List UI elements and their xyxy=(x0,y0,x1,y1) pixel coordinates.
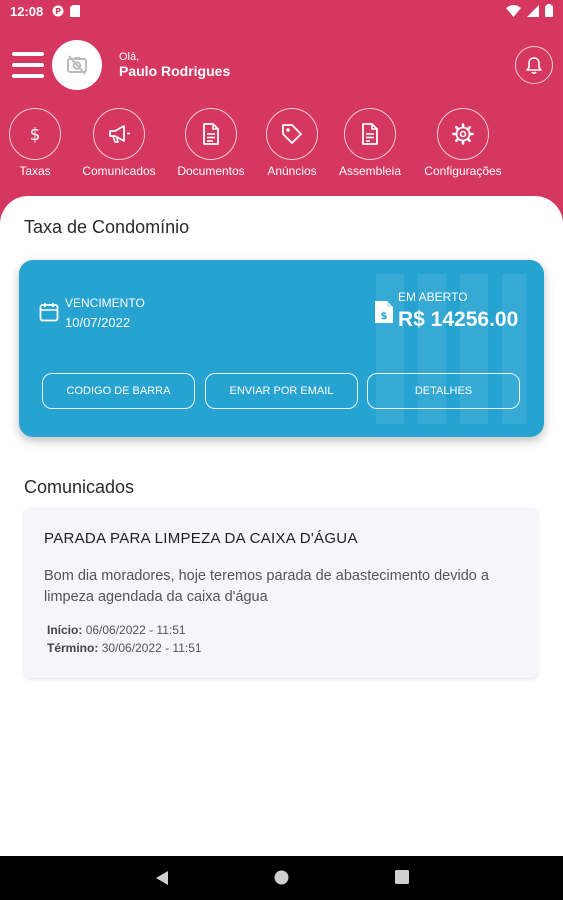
nav-taxas[interactable]: $ Taxas xyxy=(0,108,80,178)
send-email-button[interactable]: ENVIAR POR EMAIL xyxy=(205,373,358,409)
nav-label: Assembleia xyxy=(338,164,402,178)
home-icon[interactable] xyxy=(274,870,289,885)
bell-icon xyxy=(526,56,542,74)
notices-section-title: Comunicados xyxy=(24,477,135,497)
notice-title: PARADA PARA LIMPEZA DA CAIXA D'ÁGUA xyxy=(44,530,358,547)
user-name: Paulo Rodrigues xyxy=(119,63,231,79)
wifi-icon xyxy=(506,4,521,17)
document-icon xyxy=(203,123,219,145)
nav-label: Configurações xyxy=(424,164,502,178)
back-icon[interactable] xyxy=(155,870,169,886)
notice-start: Início: 06/06/2022 - 11:51 xyxy=(47,623,186,637)
nav-label: Documentos xyxy=(177,164,245,178)
dollar-icon: $ xyxy=(30,125,41,145)
notice-end-label: Término: xyxy=(47,641,99,655)
nav-documentos[interactable]: Documentos xyxy=(166,108,256,178)
fee-card: VENCIMENTO 10/07/2022 $ EM ABERTO R$ 142… xyxy=(19,260,544,437)
nav-assembleia[interactable]: Assembleia xyxy=(325,108,415,178)
sim-card-icon xyxy=(70,5,80,17)
content-panel: Taxa de Condomínio VENCIMENTO 10/07/2022… xyxy=(0,196,563,856)
due-label: VENCIMENTO xyxy=(65,296,145,310)
battery-icon xyxy=(545,4,553,17)
notice-start-value: 06/06/2022 - 11:51 xyxy=(85,623,186,637)
status-time: 12:08 xyxy=(10,4,44,19)
megaphone-icon xyxy=(109,125,130,143)
status-bar: 12:08 P xyxy=(0,0,563,24)
notice-body: Bom dia moradores, hoje teremos parada d… xyxy=(44,568,489,605)
open-label: EM ABERTO xyxy=(398,290,468,304)
nav-anuncios[interactable]: Anúncios xyxy=(247,108,337,178)
svg-text:$: $ xyxy=(30,125,41,145)
svg-text:P: P xyxy=(55,7,61,16)
nav-label: Taxas xyxy=(19,164,51,178)
menu-button[interactable] xyxy=(12,52,44,78)
barcode-button[interactable]: CODIGO DE BARRA xyxy=(42,373,195,409)
fee-section-title: Taxa de Condomínio xyxy=(24,217,190,237)
app-screen: 12:08 P Olá, Paulo Rodrigues $ Taxas Com… xyxy=(0,0,563,900)
notifications-button[interactable] xyxy=(515,46,553,84)
nav-label: Comunicados xyxy=(82,164,156,178)
notification-app-icon: P xyxy=(52,5,64,17)
no-photo-icon xyxy=(67,55,87,75)
document-list-icon xyxy=(362,123,378,145)
svg-text:$: $ xyxy=(381,311,388,322)
greeting-label: Olá, xyxy=(119,51,140,63)
notice-start-label: Início: xyxy=(47,623,83,637)
calendar-icon xyxy=(39,303,59,322)
recents-icon[interactable] xyxy=(395,870,409,884)
nav-comunicados[interactable]: Comunicados xyxy=(74,108,164,178)
system-navigation-bar xyxy=(0,856,563,900)
open-amount: R$ 14256.00 xyxy=(398,308,519,331)
gear-icon xyxy=(452,123,474,145)
details-button[interactable]: DETALHES xyxy=(367,373,520,409)
signal-icon xyxy=(527,4,539,17)
due-date: 10/07/2022 xyxy=(65,315,131,330)
notice-end-value: 30/06/2022 - 11:51 xyxy=(101,641,202,655)
avatar[interactable] xyxy=(52,40,102,90)
nav-label: Anúncios xyxy=(267,164,317,178)
tag-icon xyxy=(282,124,302,144)
notice-end: Término: 30/06/2022 - 11:51 xyxy=(47,641,202,655)
nav-configuracoes[interactable]: Configurações xyxy=(418,108,508,178)
notice-card[interactable]: PARADA PARA LIMPEZA DA CAIXA D'ÁGUA Bom … xyxy=(24,508,538,678)
invoice-dollar-icon: $ xyxy=(375,301,393,323)
